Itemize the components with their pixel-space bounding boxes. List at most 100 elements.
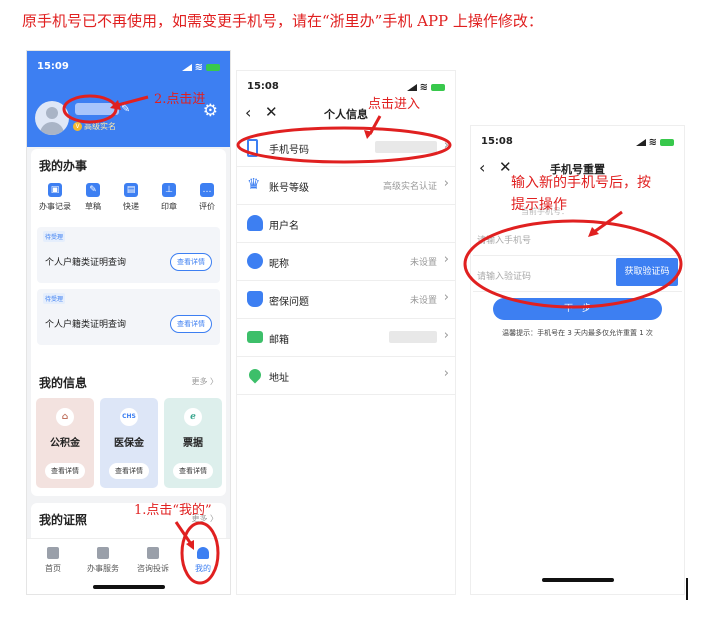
status-bar: 15:08 ≋	[471, 126, 684, 148]
comment-icon: …	[200, 183, 214, 197]
row-phone-number[interactable]: 手机号码 ›	[237, 129, 455, 167]
home-indicator	[92, 585, 165, 589]
tab-home[interactable]: 首页	[31, 547, 75, 574]
annotation-step2: 2.点击进	[154, 92, 206, 107]
email-value-redacted	[389, 331, 437, 343]
code-input-row[interactable]: 请输入验证码 获取验证码	[473, 258, 682, 292]
tab-consult[interactable]: 咨询投诉	[131, 547, 175, 574]
code-input[interactable]: 请输入验证码	[477, 269, 531, 282]
battery-icon	[206, 63, 220, 71]
service-express[interactable]: ▤ 快递	[113, 183, 149, 212]
status-bar: 15:08 ≋	[237, 71, 455, 93]
home-icon	[47, 547, 59, 559]
row-nickname[interactable]: 昵称 未设置 ›	[237, 243, 455, 281]
text-cursor	[686, 578, 688, 600]
page-title: 个人信息	[324, 108, 368, 121]
medical-insurance-tile[interactable]: CHS 医保金 查看详情	[100, 398, 158, 488]
truck-icon: ▤	[124, 183, 138, 197]
verify-badge: V 高级实名	[73, 121, 116, 132]
home-indicator	[541, 578, 614, 582]
todo-text: 个人户籍类证明查询	[45, 320, 127, 330]
phone-value-redacted	[375, 141, 437, 153]
todo-item[interactable]: 待受理 个人户籍类证明查询 查看详情	[37, 289, 220, 345]
phone-icon	[247, 139, 258, 157]
reset-tip: 温馨提示：手机号在 3 天内最多仅允许重置 1 次	[502, 329, 653, 337]
wifi-icon: ≋	[194, 61, 203, 73]
battery-icon	[431, 83, 445, 91]
receipt-tile[interactable]: ℯ 票据 查看详情	[164, 398, 222, 488]
housing-fund-tile[interactable]: ⌂ 公积金 查看详情	[36, 398, 94, 488]
my-certificates-title: 我的证照	[39, 513, 88, 527]
annotation-instruction-line2: 提示操作	[511, 197, 567, 213]
chevron-right-icon: ›	[443, 176, 449, 191]
row-security-question[interactable]: 密保问题 未设置 ›	[237, 281, 455, 319]
instruction-heading: 原手机号已不再使用，如需变更手机号，请在“浙里办”手机 APP 上操作修改：	[22, 12, 543, 30]
wifi-icon: ≋	[419, 81, 428, 93]
status-time: 15:09	[37, 61, 69, 72]
chevron-right-icon: ›	[443, 138, 449, 153]
status-bar: 15:09 ≋	[27, 51, 230, 73]
nickname-icon	[247, 253, 263, 269]
signal-icon	[406, 83, 417, 91]
service-drafts[interactable]: ✎ 草稿	[75, 183, 111, 212]
screen-personal-info: 15:08 ≋ ‹ ✕ 个人信息 手机号码 › ♛ 账号等级 高级实名认证 › …	[236, 70, 456, 595]
view-details-button[interactable]: 查看详情	[173, 463, 213, 479]
v-badge-icon: V	[73, 122, 82, 131]
view-details-button[interactable]: 查看详情	[170, 315, 212, 333]
annotation-step1: 1.点击“我的”	[134, 503, 212, 518]
todo-item[interactable]: 待受理 个人户籍类证明查询 查看详情	[37, 227, 220, 283]
phone-input-row[interactable]: 请输入手机号	[473, 222, 682, 256]
chs-logo-icon: CHS	[120, 408, 138, 426]
user-name-redacted	[75, 103, 119, 115]
service-records[interactable]: ▣ 办事记录	[37, 183, 73, 212]
status-time: 15:08	[481, 136, 513, 147]
battery-icon	[660, 138, 674, 146]
row-username[interactable]: 用户名	[237, 205, 455, 243]
briefcase-icon: ▣	[48, 183, 62, 197]
chevron-right-icon: ›	[443, 290, 449, 305]
todo-status-badge: 待受理	[43, 231, 66, 242]
grid-icon	[147, 547, 159, 559]
chevron-right-icon: ›	[443, 252, 449, 267]
chevron-right-icon: ›	[443, 366, 449, 381]
house-icon: ⌂	[56, 408, 74, 426]
more-link[interactable]: 更多 〉	[191, 376, 218, 387]
my-info-title: 我的信息	[39, 376, 88, 390]
stamp-icon: ⊥	[162, 183, 176, 197]
status-time: 15:08	[247, 81, 279, 92]
signal-icon	[635, 138, 646, 146]
nav-bar: ‹ ✕ 个人信息	[237, 103, 455, 127]
view-details-button[interactable]: 查看详情	[109, 463, 149, 479]
view-details-button[interactable]: 查看详情	[45, 463, 85, 479]
row-address[interactable]: 地址 ›	[237, 357, 455, 395]
row-email[interactable]: 邮箱 ›	[237, 319, 455, 357]
todo-status-badge: 待受理	[43, 293, 66, 304]
my-info-card: 我的信息 更多 〉 ⌂ 公积金 查看详情 CHS 医保金 查看详情 ℯ 票据 查…	[31, 366, 226, 496]
row-account-level[interactable]: ♛ 账号等级 高级实名认证 ›	[237, 167, 455, 205]
todo-text: 个人户籍类证明查询	[45, 258, 127, 268]
get-code-button[interactable]: 获取验证码	[616, 258, 678, 286]
screen-phone-reset: 15:08 ≋ ‹ ✕ 手机号重置 当前手机号： 请输入手机号 请输入验证码 获…	[470, 125, 685, 595]
user-icon	[247, 215, 263, 231]
view-details-button[interactable]: 查看详情	[170, 253, 212, 271]
wifi-icon: ≋	[648, 136, 657, 148]
phone-input[interactable]: 请输入手机号	[477, 233, 531, 246]
user-icon	[197, 547, 209, 559]
chevron-right-icon: ›	[443, 328, 449, 343]
service-review[interactable]: … 评价	[189, 183, 225, 212]
edit-profile-icon[interactable]: ✎	[121, 102, 130, 115]
receipt-icon: ℯ	[184, 408, 202, 426]
bottom-tab-bar: 首页 办事服务 咨询投诉 我的	[27, 538, 230, 594]
annotation-enter: 点击进入	[368, 97, 421, 112]
mail-icon	[247, 331, 263, 343]
avatar[interactable]	[35, 101, 69, 135]
tab-services[interactable]: 办事服务	[81, 547, 125, 574]
my-affairs-title: 我的办事	[39, 159, 88, 173]
next-button[interactable]: 下一步	[493, 298, 662, 320]
location-icon	[246, 366, 264, 384]
lock-icon	[247, 291, 263, 307]
service-seal[interactable]: ⊥ 印章	[151, 183, 187, 212]
annotation-instruction-line1: 输入新的手机号后，按	[511, 175, 651, 191]
tab-mine[interactable]: 我的	[181, 547, 225, 574]
my-affairs-card: 我的办事 ▣ 办事记录 ✎ 草稿 ▤ 快递 ⊥ 印章 … 评价 待受理 个人户籍类证明查询…	[31, 149, 226, 399]
